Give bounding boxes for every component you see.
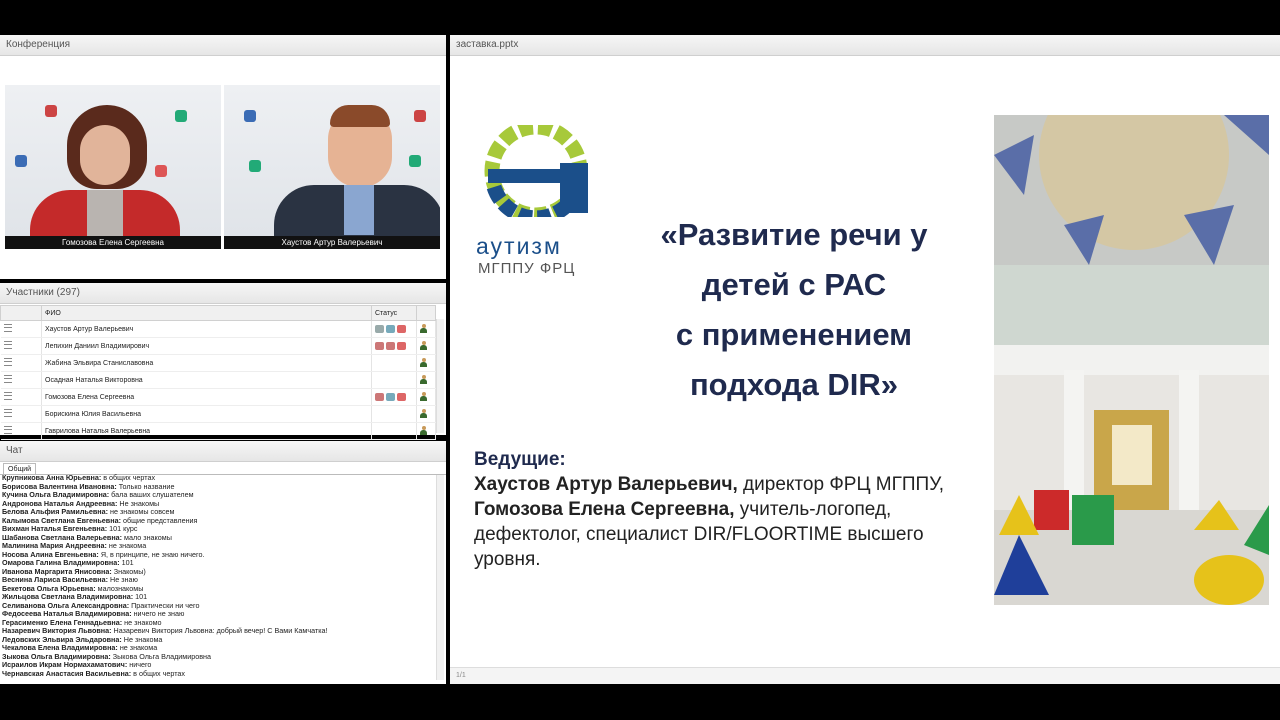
participant-name: Гомозова Елена Сергеевна <box>41 388 372 406</box>
row-menu-icon[interactable] <box>3 358 12 366</box>
menu-col-header <box>0 305 42 321</box>
microphone-icon <box>386 393 395 401</box>
chat-title: Чат <box>0 441 446 462</box>
screen-icon <box>397 325 406 333</box>
slide-title: «Развитие речи у детей с РАС с применени… <box>660 217 928 402</box>
row-menu-icon[interactable] <box>3 392 12 400</box>
user-icon <box>420 323 427 333</box>
table-row[interactable]: Хаустов Артур Валерьевич <box>0 320 436 338</box>
slide: аутизм МГППУ ФРЦ «Развитие речи у детей … <box>454 110 1276 607</box>
camera-off-icon <box>375 393 384 401</box>
name-col-header[interactable]: ФИО <box>41 305 372 321</box>
page-indicator: 1/1 <box>456 672 466 679</box>
microphone-icon <box>386 325 395 333</box>
microphone-off-icon <box>386 342 395 350</box>
user-icon <box>420 340 427 350</box>
screen-icon <box>397 342 406 350</box>
video-name-label: Гомозова Елена Сергеевна <box>5 236 221 249</box>
table-row[interactable]: Лепихин Даниил Владимирович <box>0 337 436 355</box>
table-row[interactable]: Борискина Юлия Васильевна <box>0 405 436 423</box>
host-2: Гомозова Елена Сергеевна, учитель-логопе… <box>474 499 924 570</box>
user-icon <box>420 408 427 418</box>
logo-subtitle: МГППУ ФРЦ <box>478 260 576 277</box>
chat-log: Крупникова Анна Юрьевна: в общих чертах … <box>2 474 432 679</box>
presentation-filename: заставка.pptx <box>450 35 1280 56</box>
user-icon <box>420 357 427 367</box>
autism-logo-icon <box>484 125 588 217</box>
user-icon <box>420 425 427 435</box>
row-menu-icon[interactable] <box>3 426 12 434</box>
host-1: Хаустов Артур Валерьевич, директор ФРЦ М… <box>474 474 945 495</box>
video-tile-khaustov[interactable]: Хаустов Артур Валерьевич <box>224 85 440 249</box>
role-col-header <box>416 305 436 321</box>
conference-title: Конференция <box>0 35 446 56</box>
user-icon <box>420 374 427 384</box>
hosts-label: Ведущие: <box>474 449 566 470</box>
presentation-panel: заставка.pptx аутизм МГППУ ФРЦ «Развитие… <box>450 35 1280 684</box>
video-name-label: Хаустов Артур Валерьевич <box>224 236 440 249</box>
row-menu-icon[interactable] <box>3 324 12 332</box>
table-row[interactable]: Жабина Эльвира Станиславовна <box>0 354 436 372</box>
video-tile-gomozova[interactable]: Гомозова Елена Сергеевна <box>5 85 221 249</box>
participant-name: Осадная Наталья Викторовна <box>41 371 372 389</box>
participants-table-wrap: ФИО Статус Хаустов Артур Валерьевич Лепи… <box>0 305 436 440</box>
participant-name: Гаврилова Наталья Валерьевна <box>41 422 372 440</box>
table-row[interactable]: Осадная Наталья Викторовна <box>0 371 436 389</box>
chat-panel: Чат Общий Крупникова Анна Юрьевна: в общ… <box>0 441 446 684</box>
hosts-block: Ведущие: Хаустов Артур Валерьевич, дирек… <box>474 447 984 572</box>
participants-scrollbar[interactable] <box>436 319 444 433</box>
camera-off-icon <box>375 342 384 350</box>
row-menu-icon[interactable] <box>3 375 12 383</box>
slide-atrium-photo <box>994 115 1269 605</box>
participant-name: Борискина Юлия Васильевна <box>41 405 372 423</box>
slide-footer: 1/1 <box>450 667 1280 684</box>
table-row[interactable]: Гомозова Елена Сергеевна <box>0 388 436 406</box>
participant-name: Лепихин Даниил Владимирович <box>41 337 372 355</box>
status-col-header[interactable]: Статус <box>371 305 417 321</box>
row-menu-icon[interactable] <box>3 409 12 417</box>
table-row[interactable]: Гаврилова Наталья Валерьевна <box>0 422 436 440</box>
user-icon <box>420 391 427 401</box>
chat-scrollbar[interactable] <box>436 475 444 680</box>
logo-word: аутизм <box>476 233 562 259</box>
participants-panel: Участники (297) ФИО Статус Хаустов Артур… <box>0 283 446 440</box>
participants-title: Участники (297) <box>0 283 446 304</box>
row-menu-icon[interactable] <box>3 341 12 349</box>
participants-table: ФИО Статус Хаустов Артур Валерьевич Лепи… <box>0 305 436 440</box>
screen-icon <box>397 393 406 401</box>
conference-panel: Конференция Гомозова Елена Сергеевна Хау… <box>0 35 446 279</box>
camera-icon <box>375 325 384 333</box>
participant-name: Хаустов Артур Валерьевич <box>41 320 372 338</box>
chat-message: Чернавская Анастасия Васильевна: в общих… <box>2 668 186 678</box>
participant-name: Жабина Эльвира Станиславовна <box>41 354 372 372</box>
